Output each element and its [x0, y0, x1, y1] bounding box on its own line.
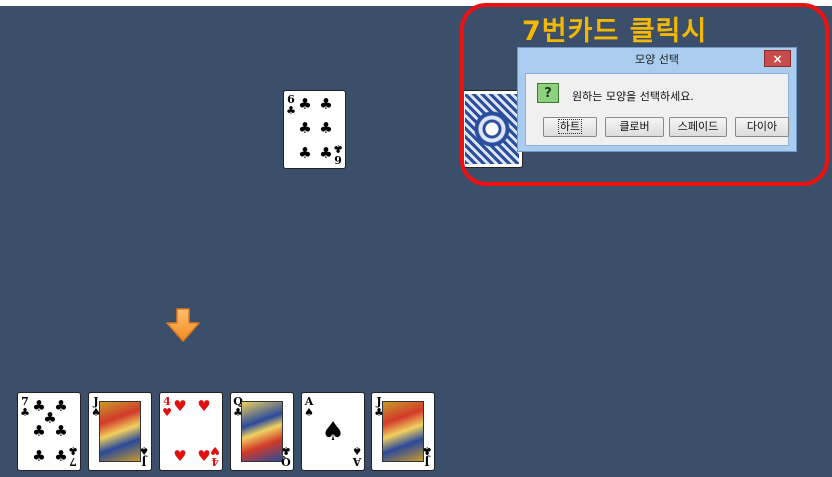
- club-pip: ♣: [319, 95, 333, 113]
- hand-card[interactable]: 4 ♥ ♥ ♥ ♥ ♥ 4 ♥: [159, 392, 223, 471]
- card-index-bottom: A ♠: [352, 444, 362, 468]
- queen-face-art: [241, 401, 283, 462]
- hand-card[interactable]: J ♣ J ♣: [371, 392, 435, 471]
- jack-face-art: [382, 401, 424, 462]
- club-pip: ♣: [298, 119, 312, 137]
- clubs-button-label: 클로버: [619, 120, 650, 133]
- hearts-button[interactable]: 하트: [543, 117, 597, 137]
- spades-button[interactable]: 스페이드: [669, 117, 727, 137]
- club-pip: ♣: [298, 144, 312, 162]
- card-index-bottom: 6 ♣: [333, 142, 343, 166]
- card-index-top: 6 ♣: [286, 93, 296, 117]
- card-index-top: 4 ♥: [162, 395, 172, 419]
- club-pip: ♣: [32, 422, 46, 440]
- club-pip: ♣: [32, 447, 46, 465]
- heart-pip: ♥: [197, 397, 211, 415]
- club-pip: ♣: [319, 119, 333, 137]
- heart-pip: ♥: [173, 447, 187, 465]
- card-index-bottom: 4 ♥: [210, 444, 220, 468]
- hearts-button-label: 하트: [557, 119, 583, 134]
- diamonds-button-label: 다이아: [746, 120, 778, 133]
- card-index-top: A ♠: [304, 395, 314, 419]
- dialog-message: 원하는 모양을 선택하세요.: [572, 90, 694, 103]
- heart-pip: ♥: [173, 397, 187, 415]
- dialog-title: 모양 선택: [635, 53, 679, 66]
- hand-card[interactable]: Q ♣ Q ♣: [230, 392, 294, 471]
- club-pip: ♣: [298, 95, 312, 113]
- card-index-bottom: Q ♣: [281, 444, 291, 468]
- hand-card[interactable]: A ♠ ♠ A ♠: [301, 392, 365, 471]
- card-index-bottom: J ♣: [422, 444, 432, 468]
- dialog-body: ? 원하는 모양을 선택하세요. 하트 클로버 스페이드 다이아: [525, 73, 789, 146]
- spades-button-label: 스페이드: [677, 120, 719, 133]
- suit-select-dialog: 모양 선택 × ? 원하는 모양을 선택하세요. 하트 클로버 스페이드 다이아: [517, 47, 797, 152]
- card-index-top: 7 ♣: [20, 395, 30, 419]
- club-pip: ♣: [54, 422, 68, 440]
- question-icon: ?: [537, 83, 559, 103]
- card-index-bottom: J ♠: [139, 444, 149, 468]
- played-card: 6 ♣ ♣ ♣ ♣ ♣ ♣ ♣ 6 ♣: [283, 90, 346, 169]
- club-pip: ♣: [54, 447, 68, 465]
- card-index-bottom: 7 ♣: [68, 444, 78, 468]
- hand-card[interactable]: J ♠ J ♠: [88, 392, 152, 471]
- down-arrow-icon: [166, 308, 200, 342]
- spade-pip: ♠: [321, 417, 345, 447]
- annotation-caption: 7번카드 클릭시: [522, 16, 708, 47]
- close-button[interactable]: ×: [764, 50, 791, 67]
- clubs-button[interactable]: 클로버: [605, 117, 664, 137]
- diamonds-button[interactable]: 다이아: [735, 117, 789, 137]
- hand-card[interactable]: 7 ♣ ♣ ♣ ♣ ♣ ♣ ♣ ♣ 7 ♣: [17, 392, 81, 471]
- club-pip: ♣: [319, 144, 333, 162]
- jack-face-art: [99, 401, 141, 462]
